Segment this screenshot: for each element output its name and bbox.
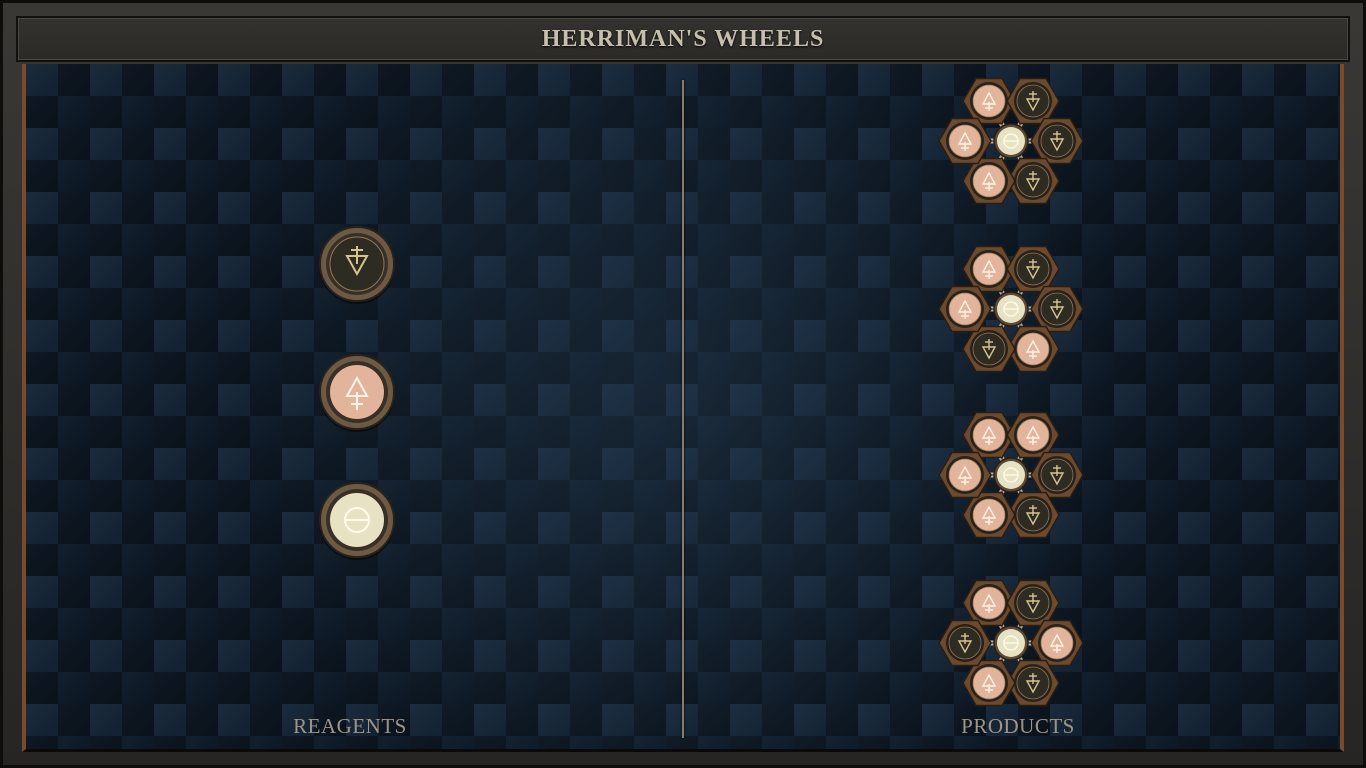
product-atom-light: [938, 451, 992, 499]
product-atom-dark: [1030, 451, 1084, 499]
product-atom-dark: [1030, 117, 1084, 165]
reagents-label: REAGENTS: [293, 714, 407, 738]
product-atom-light: [962, 659, 1016, 707]
products-label: PRODUCTS: [961, 714, 1075, 738]
product-atom-center: [993, 291, 1029, 327]
section-divider: [682, 80, 684, 738]
product-wheel[interactable]: [938, 406, 1084, 544]
product-atom-dark: [1006, 579, 1060, 627]
product-atom-dark: [938, 619, 992, 667]
product-wheel[interactable]: [938, 574, 1084, 712]
product-atom-light: [938, 285, 992, 333]
product-atom-dark: [1030, 285, 1084, 333]
product-atom-light: [938, 117, 992, 165]
product-wheel[interactable]: [938, 72, 1084, 210]
reagent-center-atom[interactable]: [317, 480, 397, 560]
product-atom-dark: [962, 325, 1016, 373]
product-atom-center: [993, 123, 1029, 159]
product-atom-center: [993, 625, 1029, 661]
product-atom-light: [962, 157, 1016, 205]
product-atom-dark: [1006, 245, 1060, 293]
product-atom-dark: [1006, 77, 1060, 125]
page-title: HERRIMAN'S WHEELS: [541, 25, 825, 52]
product-atom-light: [1006, 411, 1060, 459]
product-atom-light: [1030, 619, 1084, 667]
title-bar: HERRIMAN'S WHEELS: [16, 16, 1350, 62]
reagent-light-atom[interactable]: [317, 352, 397, 432]
reagent-dark-atom[interactable]: [317, 224, 397, 304]
product-atom-light: [962, 491, 1016, 539]
product-atom-center: [993, 457, 1029, 493]
product-wheel[interactable]: [938, 240, 1084, 378]
